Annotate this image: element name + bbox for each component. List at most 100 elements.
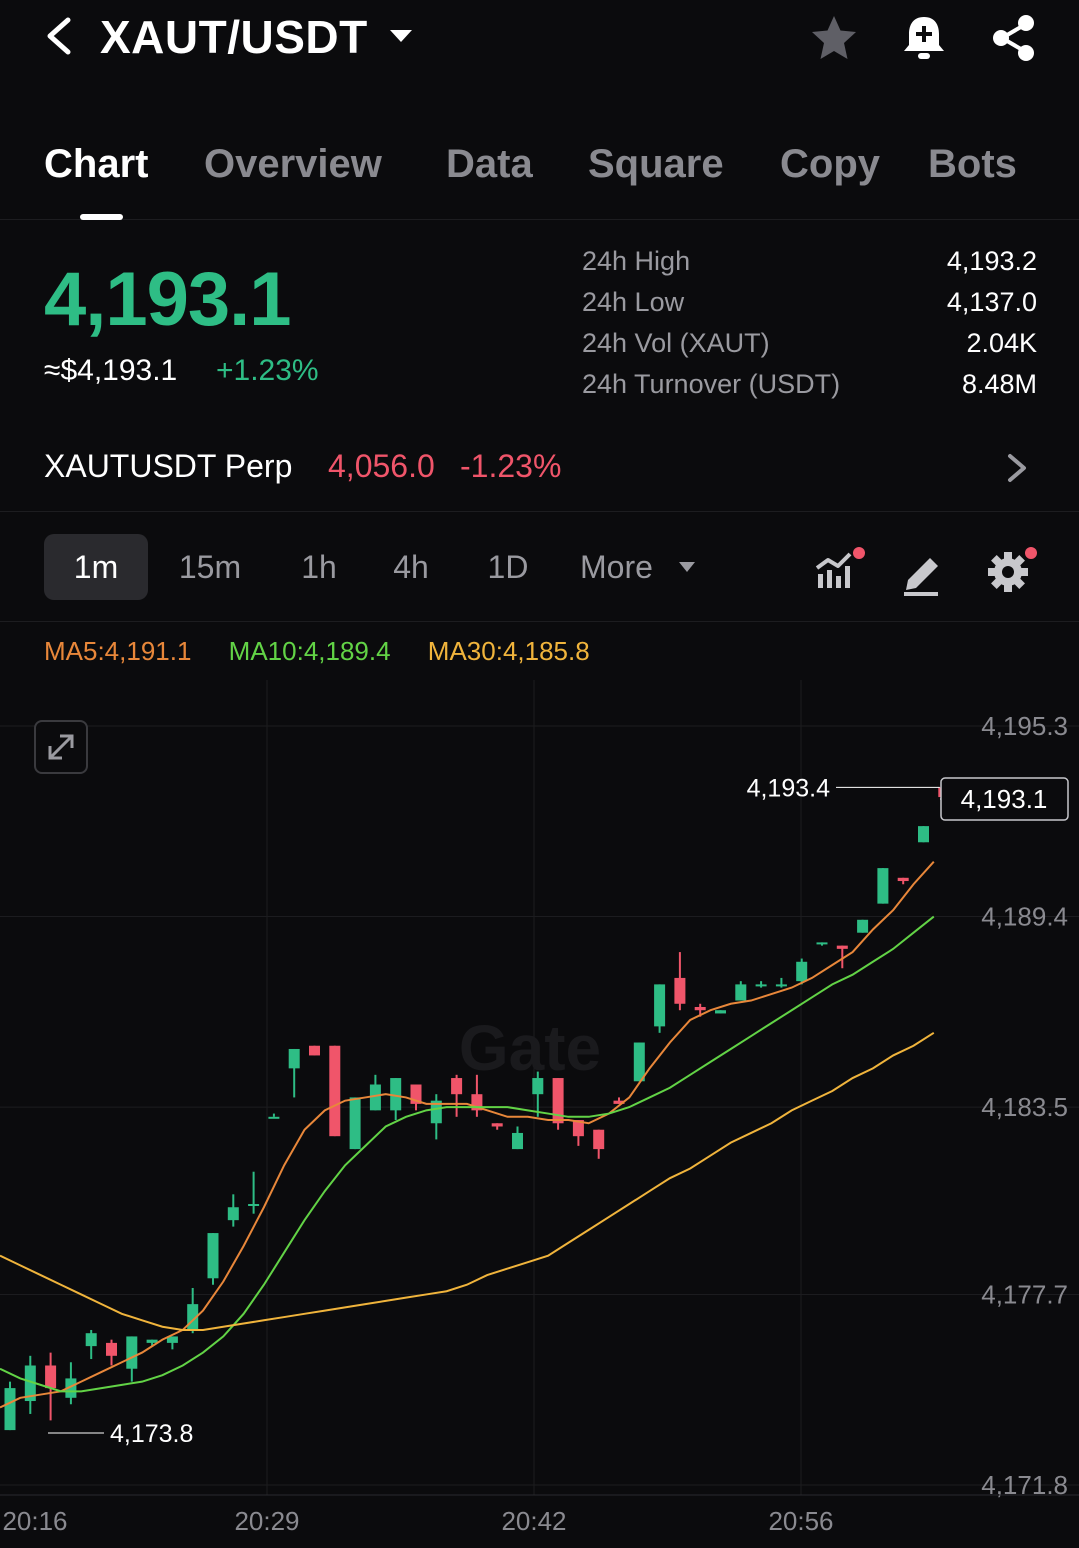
candle-body [349,1097,361,1150]
back-icon[interactable] [40,14,80,58]
expand-chart-button[interactable] [34,720,88,774]
change-percent: +1.23% [216,354,319,387]
tab-square[interactable]: Square [588,142,724,187]
timeframe-1d[interactable]: 1D [472,534,544,600]
candle-body [674,977,686,1004]
ma-legend: MA5:4,191.1 MA10:4,189.4 MA30:4,185.8 [44,636,620,667]
candle-body [512,1132,523,1150]
y-tick-label: 4,189.4 [981,902,1068,932]
x-tick-label: 20:42 [501,1506,566,1536]
timeframe-4h[interactable]: 4h [376,534,446,600]
ticker-summary: 4,193.1 ≈$4,193.1 +1.23% 24h High 4,193.… [0,220,1079,420]
main-tabs: Chart Overview Data Square Copy Bots [0,120,1079,220]
stat-24h-turnover: 24h Turnover (USDT) 8.48M [582,369,1037,405]
gate-watermark: Gate [459,1012,601,1084]
candle-body [288,1048,300,1069]
perp-change: -1.23% [460,448,562,484]
chevron-right-icon[interactable] [1004,450,1030,486]
stat-value: 8.48M [961,369,1037,399]
candle-body [227,1207,239,1221]
candle-body [491,1123,503,1127]
candle-body [248,1204,260,1207]
candle-body [755,984,767,987]
caret-down-icon[interactable] [386,24,416,48]
candle-body [85,1333,97,1347]
stat-label: 24h High [582,246,691,276]
candle-body [146,1339,158,1343]
ma-line-ma5 [0,860,935,1409]
stat-value: 4,137.0 [946,287,1037,317]
tab-chart[interactable]: Chart [44,142,148,187]
candle-body [857,919,869,933]
indicators-icon[interactable] [812,544,866,598]
current-price-label: 4,193.1 [961,784,1048,814]
y-tick-label: 4,183.5 [981,1092,1068,1122]
candle-body [694,1006,706,1011]
timeframe-bar: 1m 15m 1h 4h 1D More [0,512,1079,622]
candle-body [207,1233,219,1279]
pair-title[interactable]: XAUT/USDT [100,10,368,64]
candle-body [918,826,929,843]
candle-body [796,961,808,982]
stat-24h-high: 24h High 4,193.2 [582,246,1037,282]
y-tick-label: 4,195.3 [981,711,1068,741]
candle-body [836,945,848,949]
stat-label: 24h Low [582,287,685,317]
candle-body [126,1336,138,1369]
timeframe-1h[interactable]: 1h [284,534,354,600]
x-tick-label: 20:16 [2,1506,67,1536]
candle-body [329,1045,341,1137]
candle-body [633,1042,645,1082]
candle-body [45,1365,57,1389]
share-icon[interactable] [988,12,1040,64]
candle-body [735,984,747,1001]
candle-body [4,1388,16,1431]
tab-bots[interactable]: Bots [928,142,1017,187]
candle-body [106,1342,117,1356]
stat-value: 2.04K [966,328,1037,358]
candle-body [897,877,909,882]
perp-name: XAUTUSDT Perp [44,448,293,484]
stat-label: 24h Turnover (USDT) [582,369,841,399]
candle-body [775,984,787,987]
top-bar: XAUT/USDT [0,0,1079,80]
tab-overview[interactable]: Overview [204,142,382,187]
bell-plus-icon[interactable] [898,12,950,64]
candle-body [654,984,666,1027]
expand-icon [48,734,74,760]
stat-label: 24h Vol (XAUT) [582,328,770,358]
candle-body [532,1078,544,1095]
timeframe-more[interactable]: More [580,534,670,600]
low-price-label: 4,173.8 [110,1420,193,1448]
x-tick-label: 20:56 [768,1506,833,1536]
fiat-price: ≈$4,193.1 [44,354,178,387]
caret-down-icon[interactable] [678,560,696,574]
ma30-label: MA30:4,185.8 [427,636,590,666]
perp-link-row[interactable]: XAUTUSDT Perp 4,056.0 -1.23% [0,420,1079,512]
candle-body [593,1129,605,1150]
tab-copy[interactable]: Copy [780,142,880,187]
stat-24h-low: 24h Low 4,137.0 [582,287,1037,323]
star-icon[interactable] [808,12,860,64]
settings-gear-icon[interactable] [984,544,1038,598]
perp-price: 4,056.0 [328,448,435,484]
x-tick-label: 20:29 [234,1506,299,1536]
ma5-label: MA5:4,191.1 [44,636,192,666]
draw-pen-icon[interactable] [896,544,950,598]
y-tick-label: 4,177.7 [981,1279,1068,1309]
timeframe-1m[interactable]: 1m [44,534,148,600]
candle-body [816,942,828,945]
tab-data[interactable]: Data [446,142,533,187]
stat-value: 4,193.2 [946,246,1037,276]
candle-body [715,1010,726,1014]
high-price-label: 4,193.4 [747,774,831,802]
ma10-label: MA10:4,189.4 [228,636,391,666]
candle-body [309,1045,320,1056]
candle-body [268,1116,280,1119]
candle-body [877,868,889,904]
timeframe-15m[interactable]: 15m [160,534,260,600]
candle-body [451,1078,463,1095]
stat-24h-volume: 24h Vol (XAUT) 2.04K [582,328,1037,364]
candlestick-chart[interactable]: 4,195.34,189.44,183.54,177.74,171.820:16… [0,680,1079,1548]
last-price: 4,193.1 [44,257,292,342]
